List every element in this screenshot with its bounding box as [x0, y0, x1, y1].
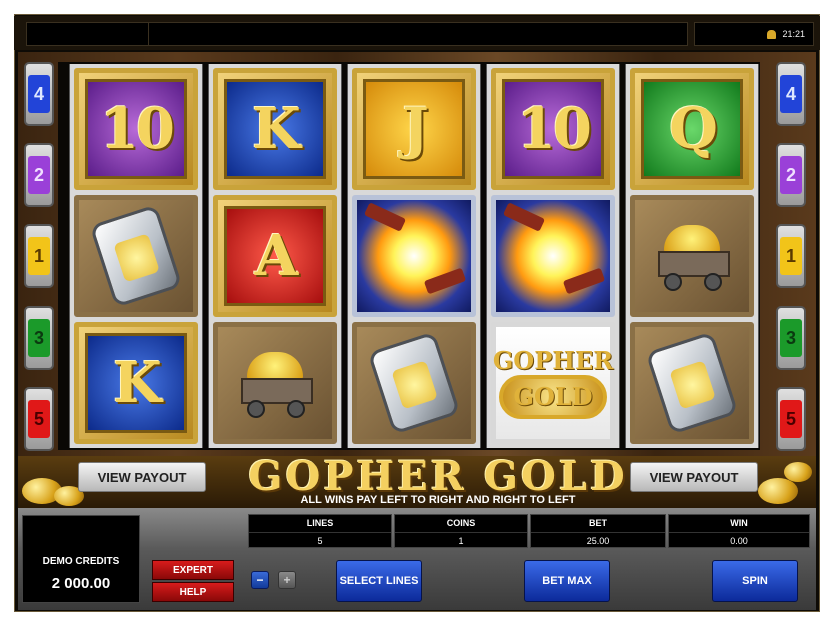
payline-number: 1 — [780, 237, 802, 275]
select-lines-button[interactable]: SELECT LINES — [336, 560, 422, 602]
dynamite-icon — [423, 267, 467, 295]
payline-number: 2 — [780, 156, 802, 194]
payline-number: 5 — [28, 400, 50, 438]
lantern-icon — [645, 331, 739, 435]
payline-number: 5 — [780, 400, 802, 438]
bet-header: BET — [531, 515, 665, 533]
symbol-queen: Q — [630, 68, 754, 190]
credits-value: 2 000.00 — [51, 575, 111, 592]
lines-meter: LINES 5 — [248, 514, 392, 548]
gold-cart-symbol — [630, 195, 754, 317]
win-meter: WIN 0.00 — [668, 514, 810, 548]
coins-value: 1 — [458, 536, 464, 546]
lines-header: LINES — [249, 515, 391, 533]
view-payout-button-right[interactable]: VIEW PAYOUT — [630, 462, 758, 492]
message-display — [148, 22, 688, 46]
payline-marker-left-2[interactable]: 2 — [24, 143, 54, 207]
lines-value: 5 — [317, 536, 323, 546]
mine-cart-icon — [652, 221, 732, 291]
expert-button[interactable]: EXPERT — [152, 560, 234, 580]
payline-marker-right-3[interactable]: 3 — [776, 306, 806, 370]
payline-marker-right-2[interactable]: 2 — [776, 143, 806, 207]
symbol-label: K — [113, 350, 162, 416]
bet-max-button[interactable]: BET MAX — [524, 560, 610, 602]
payline-number: 3 — [28, 319, 50, 357]
payline-marker-right-1[interactable]: 1 — [776, 224, 806, 288]
view-payout-button-left[interactable]: VIEW PAYOUT — [78, 462, 206, 492]
decrease-lines-button[interactable]: − — [251, 571, 269, 589]
payline-marker-left-1[interactable]: 1 — [24, 224, 54, 288]
symbol-label: 10 — [517, 96, 592, 162]
symbol-label: J — [402, 96, 428, 162]
payline-marker-left-3[interactable]: 3 — [24, 306, 54, 370]
gold-nugget-icon — [784, 462, 812, 482]
game-title: GOPHER GOLD — [248, 453, 628, 500]
payline-number: 1 — [28, 237, 50, 275]
dynamite-icon — [502, 202, 546, 232]
bet-value: 25.00 — [586, 536, 610, 546]
dynamite-icon — [562, 267, 606, 295]
payline-number: 4 — [780, 75, 802, 113]
symbol-ace: A — [213, 195, 337, 317]
top-left-display — [26, 22, 154, 46]
logo-line-1: GOPHER — [492, 346, 614, 376]
gold-cart-symbol — [213, 322, 337, 444]
symbol-label: 10 — [100, 96, 175, 162]
lantern-symbol — [630, 322, 754, 444]
coins-meter: COINS 1 — [394, 514, 528, 548]
lantern-symbol — [74, 195, 198, 317]
payline-marker-right-5[interactable]: 5 — [776, 387, 806, 451]
lantern-icon — [89, 204, 183, 308]
symbol-jack: J — [352, 68, 476, 190]
dynamite-symbol — [491, 195, 615, 317]
symbol-label: K — [252, 96, 301, 162]
credits-display: DEMO CREDITS 2 000.00 — [22, 515, 140, 603]
increase-lines-button[interactable]: + — [278, 571, 296, 589]
payline-marker-right-4[interactable]: 4 — [776, 62, 806, 126]
bet-meter: BET 25.00 — [530, 514, 666, 548]
payline-marker-left-5[interactable]: 5 — [24, 387, 54, 451]
payline-number: 2 — [28, 156, 50, 194]
spin-button[interactable]: SPIN — [712, 560, 798, 602]
payline-number: 4 — [28, 75, 50, 113]
symbol-label: A — [254, 223, 298, 289]
gold-nugget-icon — [758, 478, 798, 504]
clock-display: 21:21 — [694, 22, 814, 46]
dynamite-symbol — [352, 195, 476, 317]
game-subtitle: ALL WINS PAY LEFT TO RIGHT AND RIGHT TO … — [300, 494, 576, 506]
symbol-king: K — [74, 322, 198, 444]
credits-label: DEMO CREDITS — [42, 556, 120, 567]
help-button[interactable]: HELP — [152, 582, 234, 602]
clock-time: 21:21 — [782, 29, 805, 39]
win-value: 0.00 — [730, 536, 748, 546]
symbol-label: Q — [669, 96, 718, 162]
coins-header: COINS — [395, 515, 527, 533]
symbol-king: K — [213, 68, 337, 190]
symbol-ten: 10 — [491, 68, 615, 190]
win-header: WIN — [669, 515, 809, 533]
bell-icon — [767, 29, 777, 39]
payline-number: 3 — [780, 319, 802, 357]
dynamite-icon — [363, 202, 407, 232]
payline-marker-left-4[interactable]: 4 — [24, 62, 54, 126]
top-bar: 21:21 — [14, 16, 820, 50]
mine-cart-icon — [235, 348, 315, 418]
lantern-icon — [367, 331, 461, 435]
gopher-gold-logo-symbol: GOPHER GOLD — [491, 322, 615, 444]
logo-line-2: GOLD — [499, 375, 607, 419]
symbol-ten: 10 — [74, 68, 198, 190]
lantern-symbol — [352, 322, 476, 444]
